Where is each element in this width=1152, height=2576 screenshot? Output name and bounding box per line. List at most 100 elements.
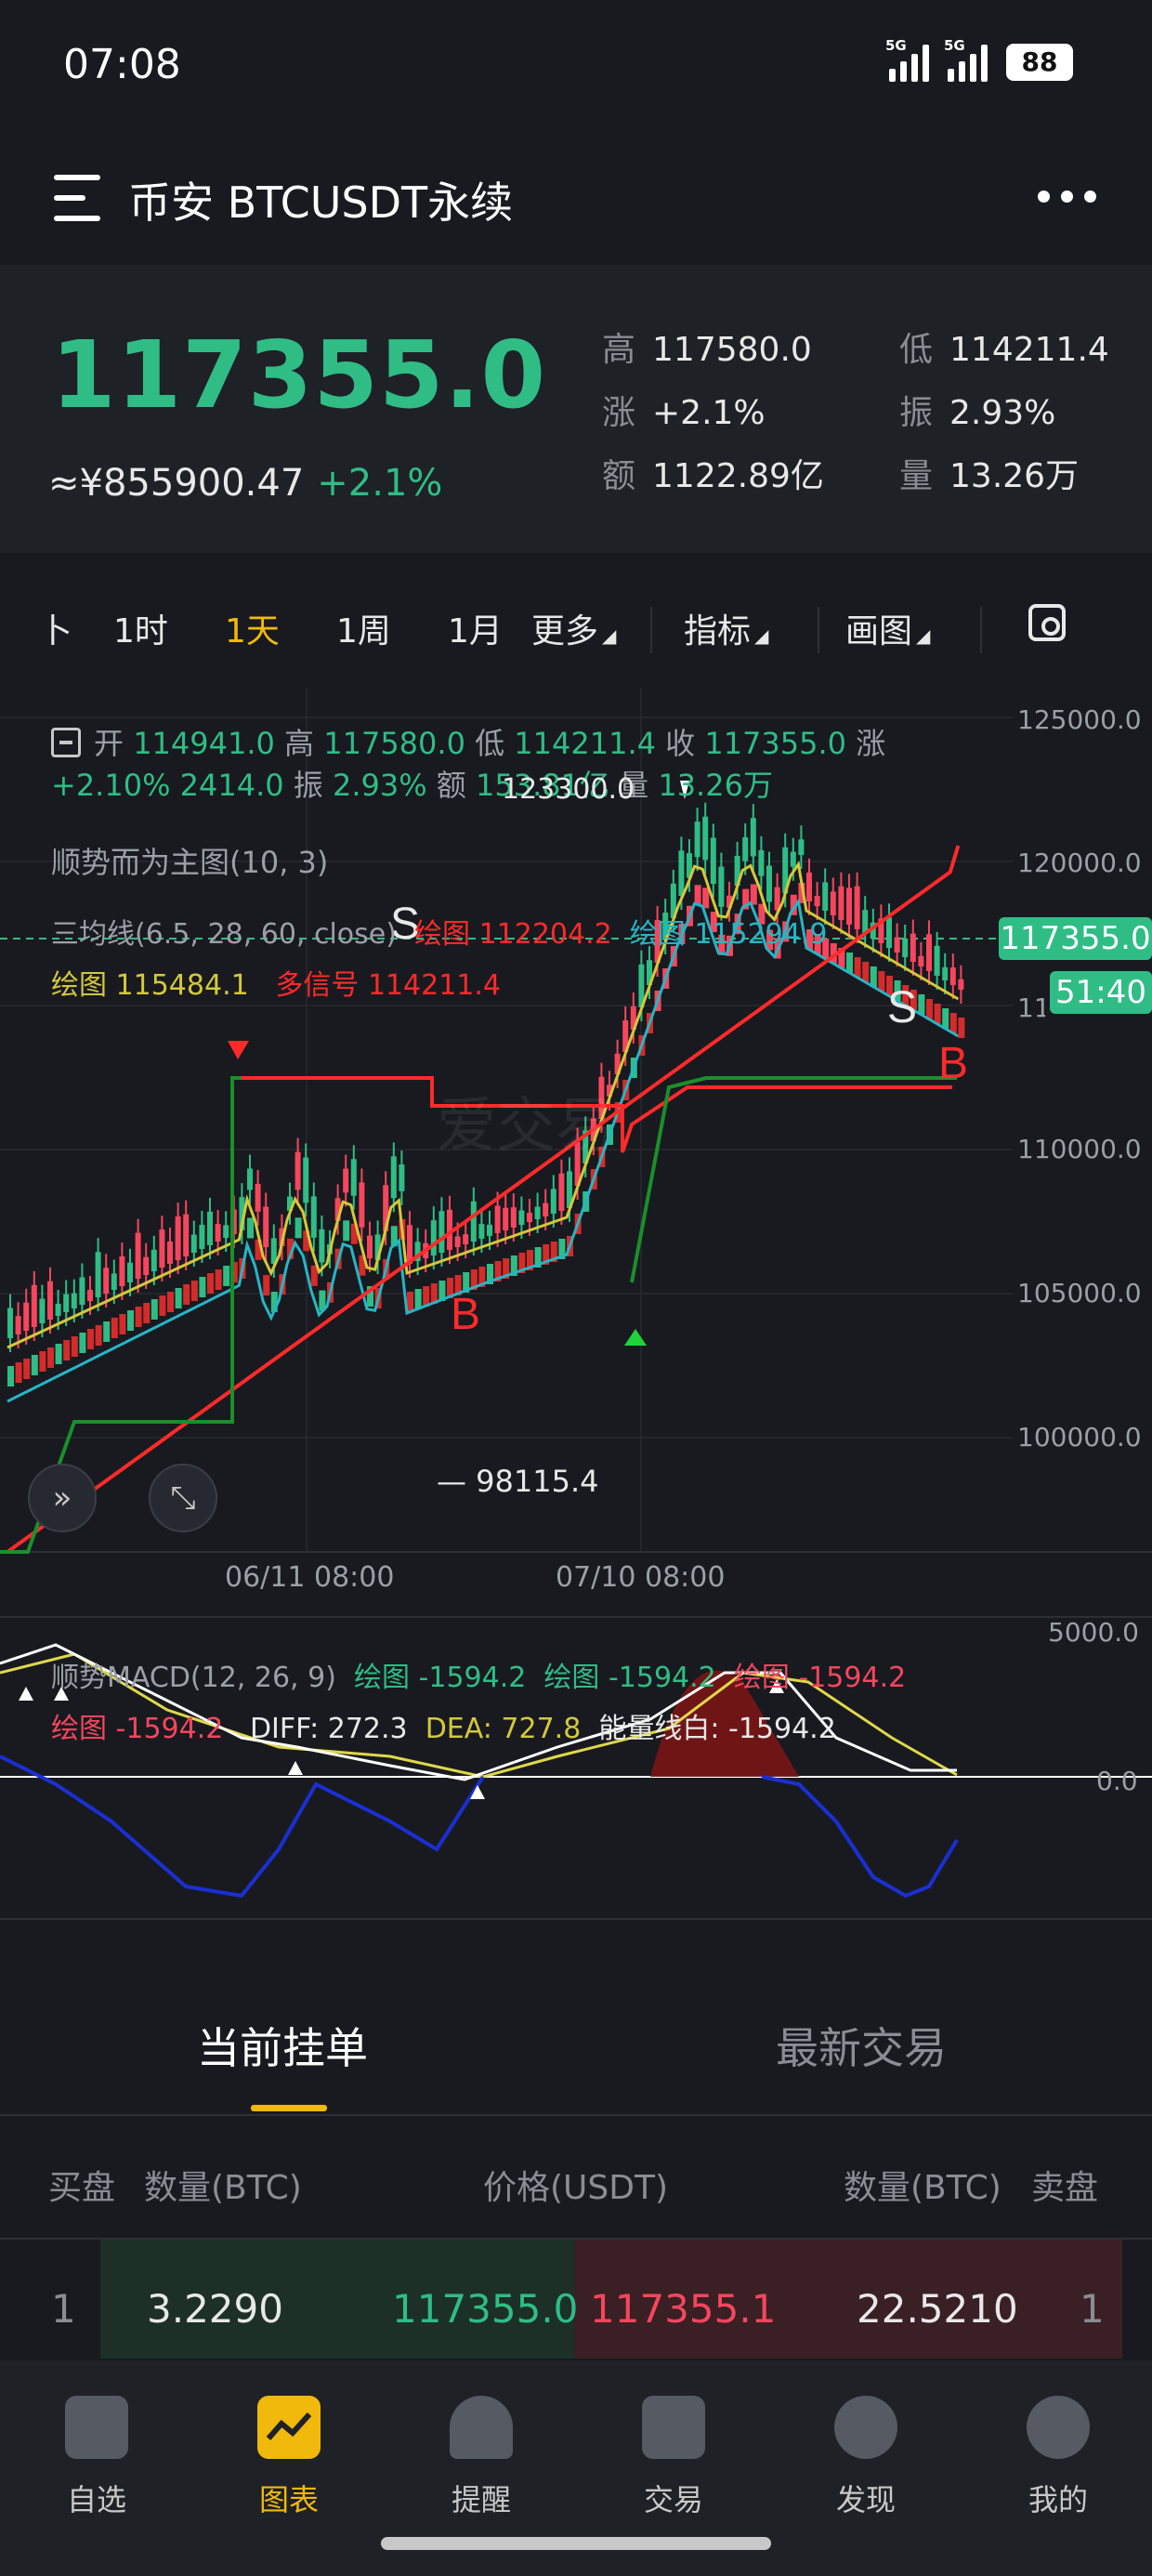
header-price: 价格(USDT) <box>483 2169 669 2207</box>
candle-body <box>678 850 685 896</box>
candle-body <box>766 865 772 902</box>
stat-high: 高 117580.0 <box>602 331 812 369</box>
candle-body <box>958 979 964 990</box>
more-dots-icon[interactable] <box>1038 191 1096 203</box>
ribbon-segment <box>414 1289 422 1309</box>
y-tick: 125000.0 <box>1017 704 1142 735</box>
candle-body <box>934 945 940 976</box>
nav-profile[interactable]: 我的 <box>962 2360 1152 2546</box>
signal-label: B <box>451 1290 480 1339</box>
macd-legend[interactable]: 顺势MACD(12, 26, 9) 绘图 -1594.2 绘图 -1594.2 … <box>51 1654 906 1695</box>
candle-body <box>255 1184 261 1212</box>
chart-settings-icon[interactable] <box>1028 604 1066 641</box>
current-price-tag: 117355.0 <box>999 917 1152 960</box>
minus-box-icon[interactable] <box>51 728 81 757</box>
orderbook-panel: 当前挂单 最新交易 买盘 数量(BTC) 价格(USDT) 数量(BTC) 卖盘… <box>0 1952 1152 2360</box>
candle-body <box>167 1241 173 1264</box>
ribbon-segment <box>190 1281 198 1301</box>
ribbon-segment <box>15 1362 22 1383</box>
candle-body <box>15 1316 21 1334</box>
candle-body <box>718 866 725 907</box>
candle-body <box>207 1211 213 1245</box>
dropdown-triangle-icon: ◢ <box>754 624 769 647</box>
ribbon-segment <box>167 1292 174 1312</box>
tab-open-orders[interactable]: 当前挂单 <box>197 2015 368 2076</box>
stat-volume: 量 13.26万 <box>899 457 1080 495</box>
tab-1w[interactable]: 1周 <box>336 604 391 652</box>
nav-chart[interactable]: 图表 <box>192 2360 386 2546</box>
candle-body <box>534 1206 541 1219</box>
y-tick: 120000.0 <box>1017 848 1142 878</box>
candle-body <box>830 891 836 915</box>
candle-body <box>199 1224 205 1249</box>
ribbon-segment <box>127 1310 134 1331</box>
last-price: 117355.0 <box>51 321 547 429</box>
status-icons: 5G 5G 88 <box>885 37 1073 82</box>
tab-1h[interactable]: 1时 <box>113 604 168 652</box>
candle-body <box>95 1252 101 1297</box>
candle-body <box>854 886 860 929</box>
candle-body <box>886 917 892 948</box>
candle-body <box>806 872 812 901</box>
ribbon-segment <box>55 1344 62 1364</box>
change-pct: +2.1% <box>317 462 443 505</box>
candle-body <box>247 1168 253 1190</box>
macd-y-tick: 0.0 <box>1096 1766 1138 1796</box>
candle-body <box>407 1225 412 1264</box>
macd-marker <box>19 1687 33 1701</box>
candle-body <box>439 1211 445 1253</box>
candle-body <box>527 1212 532 1222</box>
ribbon-segment <box>215 1269 222 1290</box>
active-tab-underline <box>251 2105 327 2111</box>
candle-body <box>503 1207 509 1230</box>
candle-body <box>926 934 932 971</box>
candle-body <box>894 937 900 953</box>
candle-body <box>71 1293 77 1308</box>
ohlc-legend: 开 114941.0 高 117580.0 低 114211.4 收 11735… <box>51 720 885 763</box>
tab-1d[interactable]: 1天 <box>225 604 280 652</box>
candle-body <box>190 1234 197 1253</box>
ask-index: 1 <box>1080 2286 1105 2332</box>
stat-amplitude: 振 2.93% <box>899 394 1056 432</box>
nav-alerts[interactable]: 提醒 <box>385 2360 578 2546</box>
home-indicator <box>381 2537 771 2550</box>
fullscreen-icon[interactable]: ⤡ <box>149 1464 217 1532</box>
ribbon-segment <box>119 1314 126 1334</box>
tab-more[interactable]: 更多 ◢ <box>531 604 616 652</box>
x-tick: 06/11 08:00 <box>225 1561 395 1594</box>
candle-body <box>119 1255 125 1286</box>
chart-area[interactable]: SBSB 开 114941.0 高 117580.0 低 114211.4 收 … <box>0 688 1152 1933</box>
candle-body <box>694 821 700 858</box>
ribbon-segment <box>47 1347 54 1368</box>
ask-price[interactable]: 117355.1 <box>590 2286 776 2332</box>
indicator-1-name[interactable]: 顺势而为主图(10, 3) <box>51 839 328 882</box>
ribbon-segment <box>942 1008 949 1029</box>
bid-index: 1 <box>51 2286 76 2332</box>
ask-qty[interactable]: 22.5210 <box>857 2286 1018 2332</box>
page-title[interactable]: 币安 BTCUSDT永续 <box>128 169 513 230</box>
bid-qty[interactable]: 3.2290 <box>147 2286 283 2332</box>
ribbon-segment <box>263 1275 270 1296</box>
candle-body <box>151 1249 157 1271</box>
tab-indicators[interactable]: 指标 ◢ <box>684 604 768 652</box>
tab-1m[interactable]: 1月 <box>448 604 503 652</box>
nav-watchlist[interactable]: 自选 <box>0 2360 193 2546</box>
candle-body <box>750 818 756 857</box>
candle-body <box>55 1303 61 1316</box>
tab-drawing[interactable]: 画图 ◢ <box>845 604 930 652</box>
stat-amount: 额 1122.89亿 <box>602 457 824 495</box>
menu-icon[interactable] <box>54 175 106 221</box>
chevrons-right-icon[interactable]: » <box>28 1464 97 1532</box>
nav-trade[interactable]: 交易 <box>577 2360 770 2546</box>
nav-discover[interactable]: 发现 <box>769 2360 962 2546</box>
y-tick: 110000.0 <box>1017 1134 1142 1164</box>
bid-price[interactable]: 117355.0 <box>392 2286 578 2332</box>
candle-body <box>558 1173 565 1211</box>
tab-partial[interactable]: 卜 <box>39 604 72 652</box>
indicator-2-legend[interactable]: 三均线(6.5, 28, 60, close) 绘图 112204.2 绘图 1… <box>51 911 828 952</box>
candle-body <box>63 1294 70 1312</box>
signal-label: S <box>887 983 917 1032</box>
timeframe-tabs: 卜 1时 1天 1周 1月 更多 ◢ 指标 ◢ 画图 ◢ <box>0 556 1152 704</box>
tab-latest-trades[interactable]: 最新交易 <box>776 2015 947 2076</box>
candle-body <box>303 1157 309 1203</box>
